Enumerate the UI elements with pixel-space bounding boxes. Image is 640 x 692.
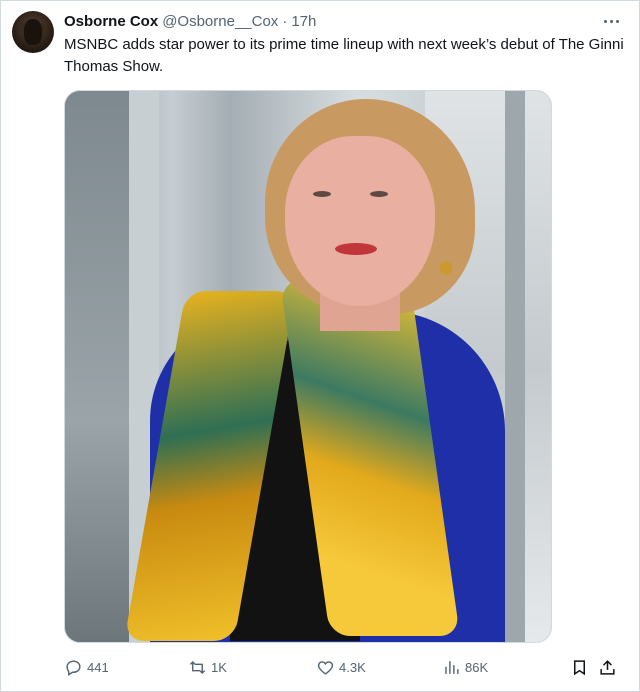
more-horizontal-icon [603, 19, 607, 23]
reply-button[interactable]: 441 [64, 654, 109, 680]
heart-icon [317, 660, 334, 675]
reply-count: 441 [87, 659, 109, 675]
tweet-photo[interactable] [64, 90, 552, 643]
avatar[interactable] [12, 11, 54, 53]
photo-earring [440, 261, 452, 275]
photo-lips [335, 243, 377, 255]
bookmark-icon [573, 659, 586, 675]
photo-face [285, 136, 435, 306]
more-dot [615, 19, 619, 23]
tweet-header: Osborne Cox @Osborne__Cox · 17h [64, 10, 610, 32]
repost-icon [189, 660, 206, 674]
photo-eye-right [370, 191, 388, 197]
more-options-button[interactable] [600, 10, 622, 32]
author-handle[interactable]: @Osborne__Cox [162, 13, 278, 30]
avatar-dog-head [24, 19, 42, 45]
share-icon [600, 659, 615, 675]
views-count: 86K [465, 659, 489, 675]
like-count: 4.3K [339, 659, 366, 675]
tweet-text: MSNBC adds star power to its prime time … [64, 36, 624, 75]
repost-button[interactable]: 1K [188, 654, 227, 680]
repost-count: 1K [211, 659, 227, 675]
photo-subject [95, 91, 535, 642]
share-button[interactable] [598, 654, 621, 680]
more-dot [609, 19, 613, 23]
photo-eye-left [313, 191, 331, 197]
views-button[interactable]: 86K [442, 654, 488, 680]
tweet-actions: 441 1K 4.3K 86K [64, 654, 624, 680]
author-name[interactable]: Osborne Cox [64, 13, 158, 30]
reply-icon [66, 659, 81, 676]
separator-dot: · [282, 12, 288, 30]
tweet-time[interactable]: 17h [291, 13, 316, 30]
analytics-icon [445, 660, 459, 674]
like-button[interactable]: 4.3K [316, 654, 366, 680]
bookmark-button[interactable] [570, 654, 593, 680]
